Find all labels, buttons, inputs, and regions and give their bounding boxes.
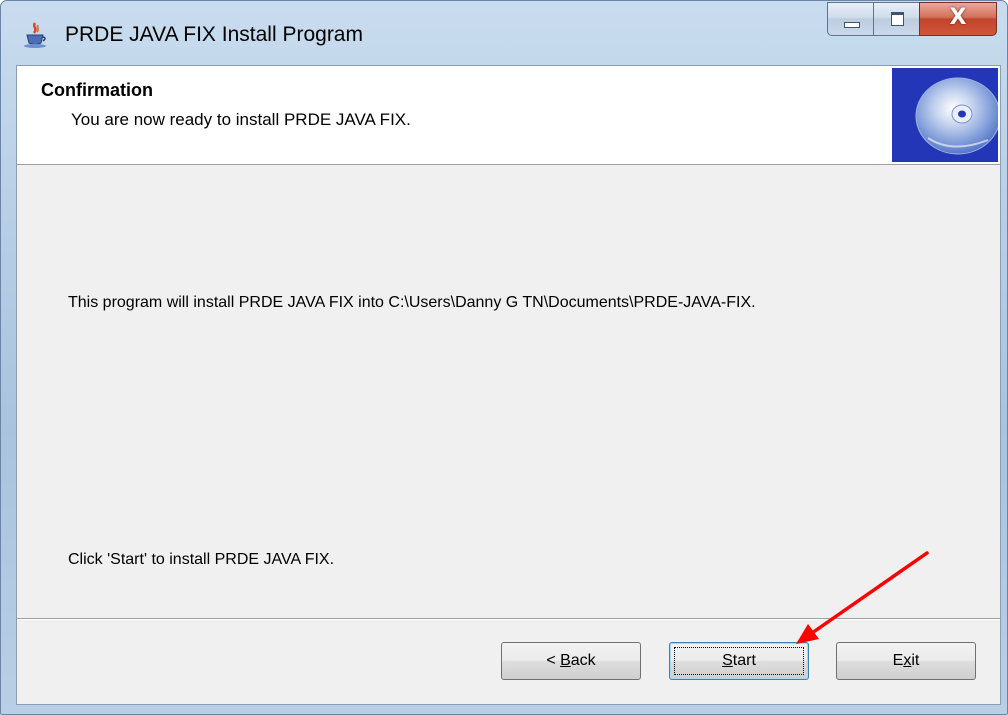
back-button-mnemonic: B [560,652,571,669]
footer-divider [17,618,1000,620]
page-subtitle: You are now ready to install PRDE JAVA F… [71,110,411,129]
back-button-prefix: < [546,652,561,669]
minimize-icon [844,22,860,28]
exit-button-prefix: E [892,652,904,669]
java-cup-icon [24,22,46,48]
title-bar[interactable]: PRDE JAVA FIX Install Program X [1,1,1007,65]
cd-disc-icon [892,68,998,162]
installer-window: PRDE JAVA FIX Install Program X Confirma… [0,0,1008,715]
maximize-button[interactable] [873,2,919,36]
header-panel: Confirmation You are now ready to instal… [17,66,1000,165]
close-button[interactable]: X [919,2,997,36]
caption-buttons: X [827,2,997,36]
exit-button[interactable]: Exit [836,642,976,680]
install-path-text: This program will install PRDE JAVA FIX … [68,294,756,311]
back-button[interactable]: < Back [501,642,641,680]
back-button-rest: ack [570,652,596,669]
window-title: PRDE JAVA FIX Install Program [65,23,363,46]
dialog-client-area: Confirmation You are now ready to instal… [16,65,1001,705]
minimize-button[interactable] [827,2,873,36]
page-title: Confirmation [41,80,153,100]
close-icon: X [949,5,967,30]
start-button[interactable]: Start [669,642,809,680]
maximize-icon [891,12,904,26]
exit-button-rest: it [911,652,920,669]
focus-ring [674,647,804,675]
instruction-text: Click 'Start' to install PRDE JAVA FIX. [68,551,335,568]
